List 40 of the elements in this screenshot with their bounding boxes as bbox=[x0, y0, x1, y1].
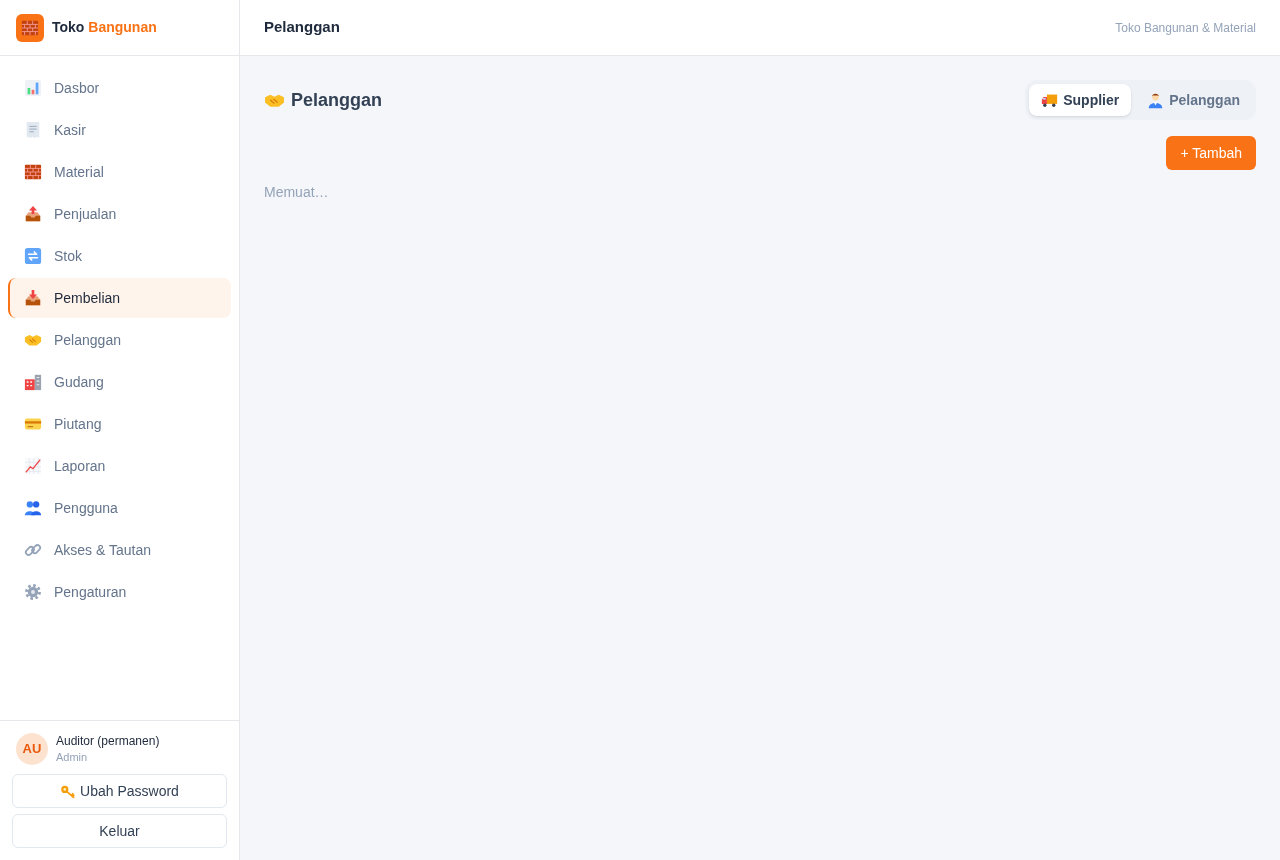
tab[interactable]: Supplier bbox=[1029, 84, 1132, 116]
user-avatar: AU bbox=[16, 733, 48, 765]
brick-wall-icon bbox=[24, 163, 42, 181]
nav-item[interactable]: Penjualan bbox=[8, 194, 231, 234]
change-password-button[interactable]: Ubah Password bbox=[12, 774, 227, 808]
gear-icon bbox=[24, 583, 42, 601]
chain-link-icon bbox=[24, 541, 42, 559]
outbox-tray-icon bbox=[24, 205, 42, 223]
receipt-icon bbox=[24, 121, 42, 139]
people-icon bbox=[24, 499, 42, 517]
nav-item[interactable]: Piutang bbox=[8, 404, 231, 444]
bar-chart-icon bbox=[24, 79, 42, 97]
brand-name: Toko Bangunan bbox=[52, 18, 157, 37]
add-button[interactable]: + Tambah bbox=[1166, 136, 1256, 170]
tab[interactable]: Pelanggan bbox=[1135, 84, 1252, 116]
page-title: Pelanggan bbox=[264, 17, 340, 38]
nav-item[interactable]: Pengguna bbox=[8, 488, 231, 528]
arrows-cycle-icon bbox=[24, 247, 42, 265]
line-chart-icon bbox=[24, 457, 42, 475]
nav-item[interactable]: Akses & Tautan bbox=[8, 530, 231, 570]
nav-item[interactable]: Kasir bbox=[8, 110, 231, 150]
nav-item[interactable]: Pelanggan bbox=[8, 320, 231, 360]
key-icon bbox=[60, 783, 77, 799]
nav-item[interactable]: Material bbox=[8, 152, 231, 192]
store-name: Toko Bangunan & Material bbox=[1115, 19, 1256, 37]
nav-item[interactable]: Stok bbox=[8, 236, 231, 276]
logout-button[interactable]: Keluar bbox=[12, 814, 227, 848]
person-icon bbox=[1147, 91, 1165, 109]
user-role: Admin bbox=[56, 750, 89, 765]
section-heading: Pelanggan bbox=[291, 88, 383, 112]
inbox-tray-icon bbox=[24, 289, 42, 307]
loading-text: Memuat… bbox=[264, 183, 330, 202]
nav-item[interactable]: Pembelian bbox=[8, 278, 231, 318]
factory-icon bbox=[24, 373, 42, 391]
logo-icon bbox=[16, 13, 44, 42]
user-name: Auditor (permanen) bbox=[56, 733, 160, 749]
nav-item[interactable]: Pengaturan bbox=[8, 572, 231, 612]
nav-item[interactable]: Laporan bbox=[8, 446, 231, 486]
nav-item[interactable]: Gudang bbox=[8, 362, 231, 402]
nav-item[interactable]: Dasbor bbox=[8, 68, 231, 108]
